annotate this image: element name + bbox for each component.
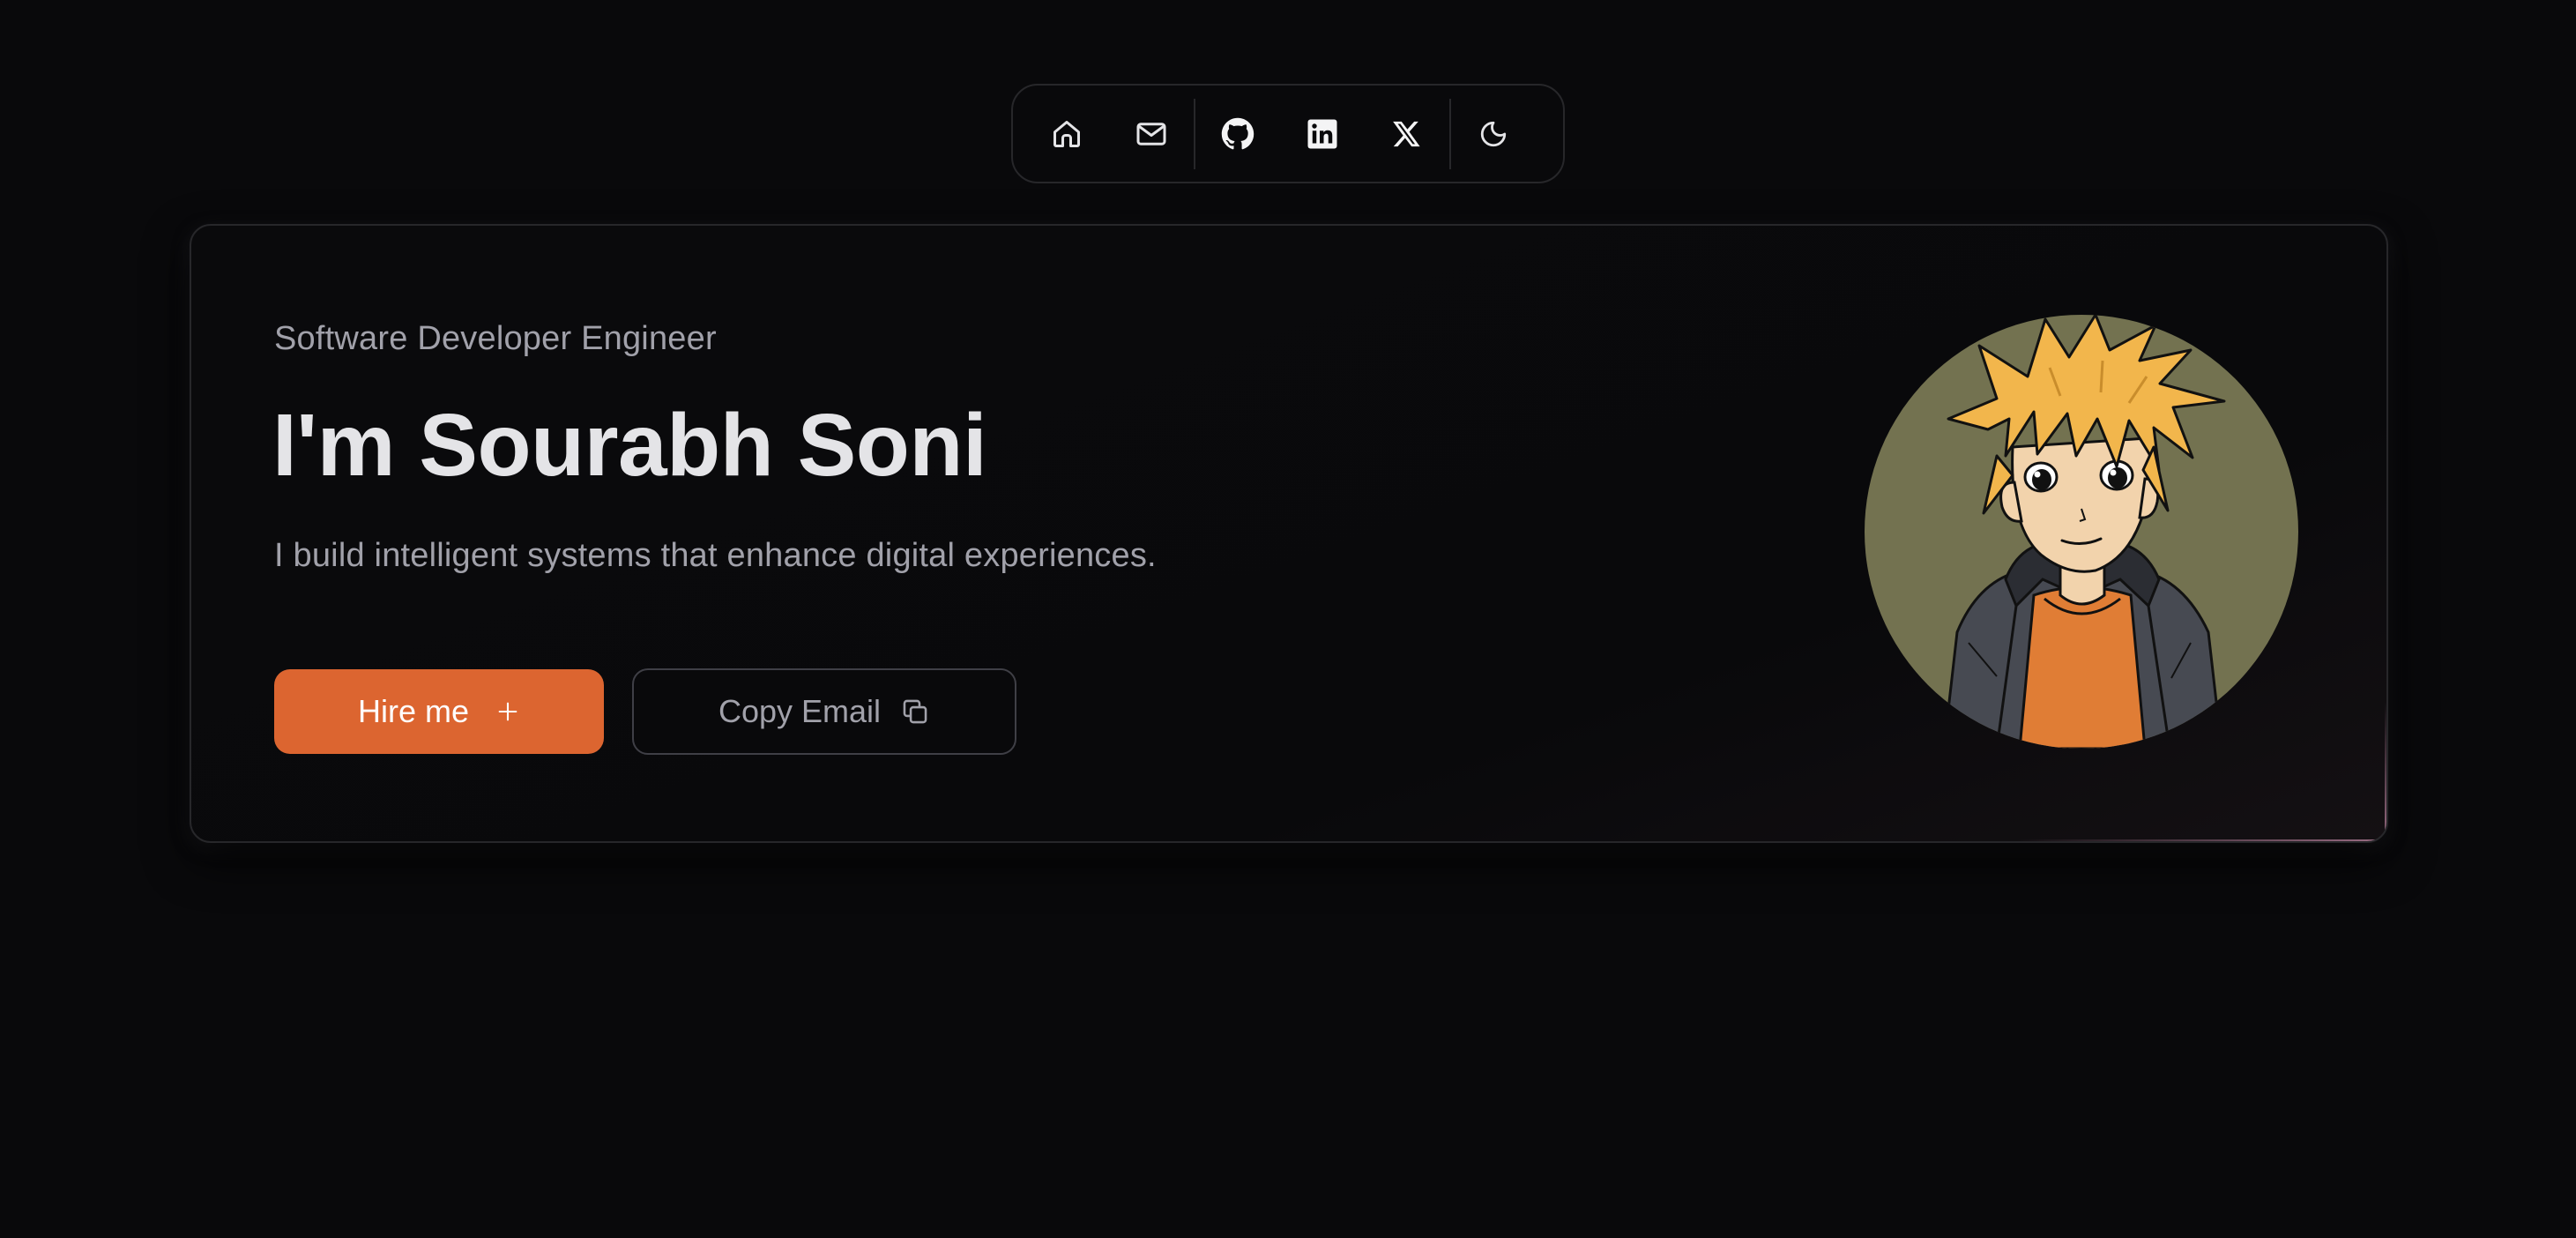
mail-button[interactable]	[1109, 92, 1194, 176]
home-button[interactable]	[1024, 92, 1109, 176]
copy-email-label: Copy Email	[718, 693, 882, 729]
hero-title: I'm Sourabh Soni	[272, 396, 987, 495]
github-icon	[1221, 117, 1254, 149]
x-button[interactable]	[1365, 92, 1449, 176]
navigation-dock	[1011, 84, 1565, 183]
mail-icon	[1136, 122, 1166, 145]
moon-icon	[1480, 121, 1507, 146]
plus-icon	[498, 702, 517, 721]
hero-card: Software Developer Engineer I'm Sourabh …	[190, 224, 2388, 843]
copy-email-button[interactable]: Copy Email	[632, 668, 1016, 755]
theme-toggle-button[interactable]	[1451, 92, 1536, 176]
linkedin-icon	[1307, 119, 1337, 148]
anime-avatar-illustration	[1865, 315, 2298, 749]
page: Software Developer Engineer I'm Sourabh …	[0, 0, 2576, 1238]
hero-tagline: I build intelligent systems that enhance…	[274, 537, 1157, 574]
linkedin-button[interactable]	[1280, 92, 1365, 176]
copy-icon	[903, 699, 927, 724]
hire-me-button[interactable]: Hire me	[274, 669, 604, 754]
avatar	[1865, 315, 2298, 749]
hire-me-label: Hire me	[357, 693, 470, 729]
github-button[interactable]	[1195, 92, 1280, 176]
hero-subtitle: Software Developer Engineer	[274, 320, 717, 357]
home-icon	[1053, 120, 1080, 147]
x-icon	[1393, 121, 1420, 146]
